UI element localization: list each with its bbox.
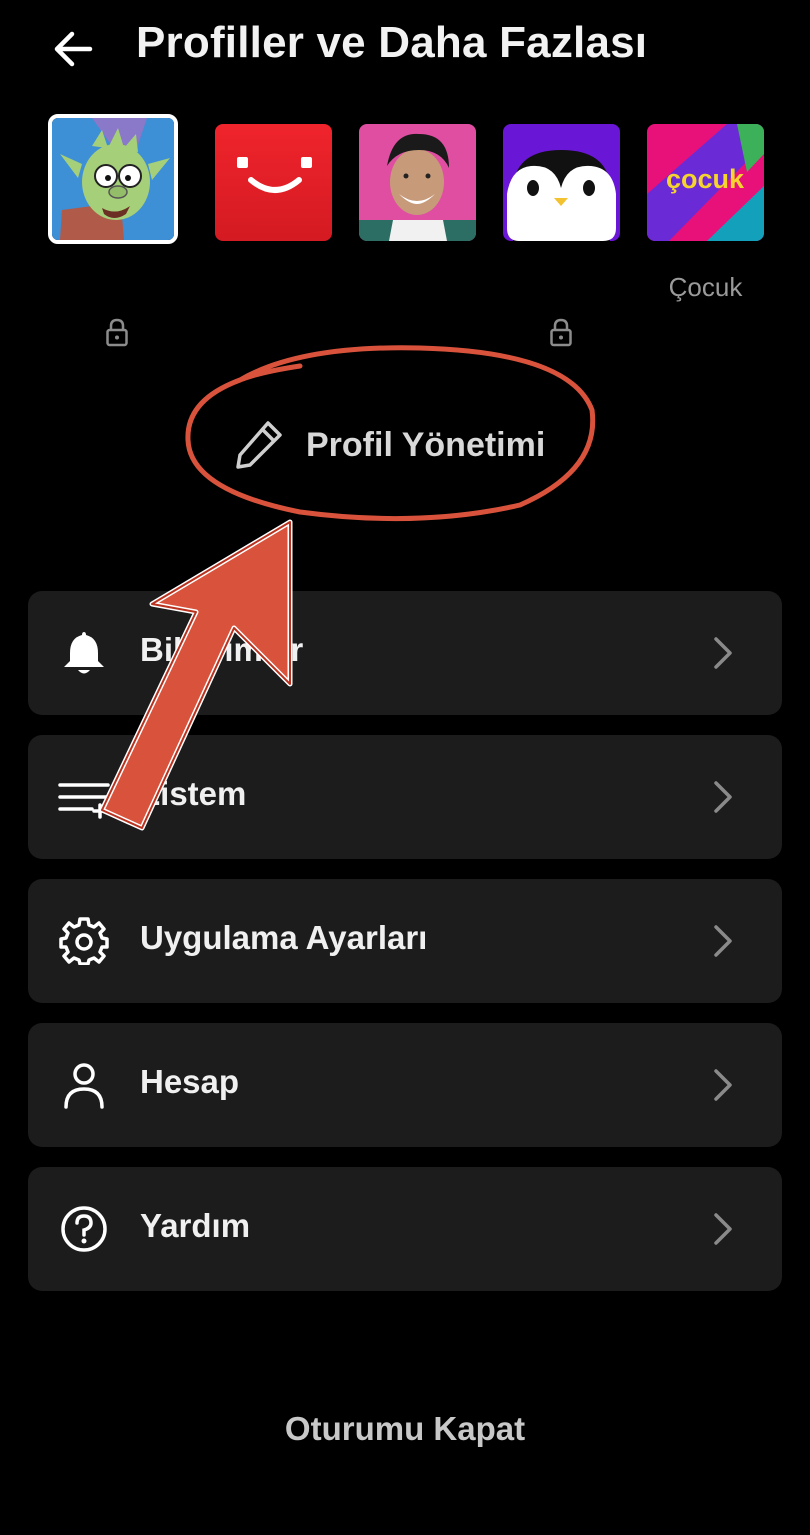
profile-avatar-3[interactable] xyxy=(359,124,476,241)
menu-label-account: Hesap xyxy=(140,1063,240,1100)
penguin-avatar-image xyxy=(503,124,620,241)
smiling-man-avatar-image xyxy=(359,124,476,241)
list-icon xyxy=(58,783,110,819)
logout-button[interactable]: Oturumu Kapat xyxy=(0,1410,810,1448)
chevron-right-icon xyxy=(714,637,732,669)
profile-name-5: Çocuk xyxy=(668,272,743,302)
chevron-right-icon xyxy=(714,781,732,813)
menu-label-my-list: Listem xyxy=(140,775,247,812)
cocuk-avatar-text: çocuk xyxy=(666,164,745,194)
chevron-right-icon xyxy=(714,1213,732,1245)
pencil-icon xyxy=(236,421,282,469)
elf-avatar-image xyxy=(52,118,174,240)
profile-avatar-1[interactable] xyxy=(48,114,178,244)
menu-item-account[interactable]: Hesap xyxy=(28,1023,782,1147)
help-icon xyxy=(61,1206,107,1252)
back-button[interactable] xyxy=(48,24,98,74)
menu-label-app-settings: Uygulama Ayarları xyxy=(140,919,428,956)
menu-item-notifications[interactable]: Bildirimler xyxy=(28,591,782,715)
menu-item-app-settings[interactable]: Uygulama Ayarları xyxy=(28,879,782,1003)
menu-item-my-list[interactable]: Listem xyxy=(28,735,782,859)
lock-icon xyxy=(550,318,572,347)
profile-avatar-2[interactable] xyxy=(215,124,332,241)
profile-avatar-5[interactable]: çocuk xyxy=(647,124,764,241)
arrow-left-icon xyxy=(54,31,93,67)
menu-label-notifications: Bildirimler xyxy=(140,631,304,668)
menu-item-help[interactable]: Yardım xyxy=(28,1167,782,1291)
menu-label-help: Yardım xyxy=(140,1207,251,1244)
bell-icon xyxy=(64,632,104,674)
cocuk-kids-avatar-image: çocuk xyxy=(647,124,764,241)
chevron-right-icon xyxy=(714,1069,732,1101)
profile-avatar-4[interactable] xyxy=(503,124,620,241)
manage-profiles-button[interactable]: Profil Yönetimi xyxy=(230,410,570,480)
header: Profiller ve Daha Fazlası xyxy=(0,0,810,100)
chevron-right-icon xyxy=(714,925,732,957)
person-icon xyxy=(64,1063,104,1109)
red-smiley-avatar-image xyxy=(215,124,332,241)
page-title: Profiller ve Daha Fazlası xyxy=(136,18,648,67)
manage-profiles-label: Profil Yönetimi xyxy=(306,425,546,464)
profile-list: çocuk Çocuk xyxy=(0,112,810,352)
lock-icon xyxy=(106,318,128,347)
gear-icon xyxy=(59,917,109,965)
